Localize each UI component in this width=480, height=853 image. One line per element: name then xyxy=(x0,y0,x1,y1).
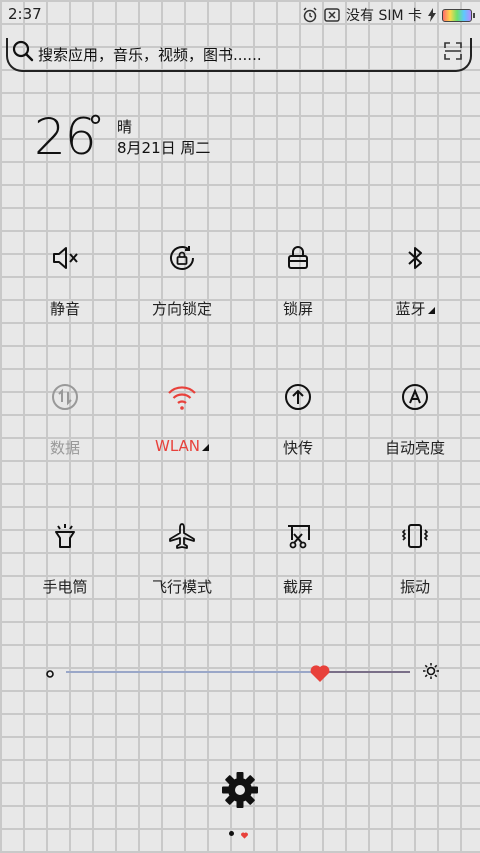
weather-date: 8月21日 周二 xyxy=(117,139,211,157)
search-icon xyxy=(12,40,34,66)
toggle-lock-screen[interactable]: 锁屏 xyxy=(238,240,358,319)
search-bar[interactable]: 搜索应用，音乐，视频，图书...... xyxy=(6,38,472,72)
expand-indicator-icon xyxy=(202,444,209,451)
weather-condition: 晴 xyxy=(117,118,133,136)
degree-symbol: ° xyxy=(88,110,103,145)
toggle-mute[interactable]: 静音 xyxy=(5,240,125,319)
brightness-track-filled xyxy=(66,671,316,673)
airplane-icon xyxy=(122,518,242,554)
expand-indicator-icon xyxy=(427,307,435,314)
vibrate-icon xyxy=(355,518,475,554)
page-dot xyxy=(229,831,234,836)
toggle-label: 振动 xyxy=(399,578,430,596)
page-heart-icon xyxy=(240,824,249,843)
toggle-rotation-lock[interactable]: 方向锁定 xyxy=(122,240,242,319)
brightness-slider[interactable] xyxy=(44,660,440,684)
data-icon xyxy=(5,379,125,415)
screenshot-icon xyxy=(238,518,358,554)
temperature: 26 xyxy=(34,108,97,166)
status-time: 2:37 xyxy=(8,5,42,23)
settings-gear-icon[interactable] xyxy=(220,770,260,814)
bluetooth-icon xyxy=(355,240,475,276)
toggle-label: 快传 xyxy=(282,439,313,457)
share-icon xyxy=(238,379,358,415)
toggle-mobile-data[interactable]: 数据 xyxy=(5,379,125,458)
toggle-label: 手电筒 xyxy=(42,578,88,596)
toggle-label: 截屏 xyxy=(282,578,313,596)
alarm-icon xyxy=(302,7,318,23)
scan-icon[interactable] xyxy=(444,42,462,64)
battery-icon xyxy=(442,8,475,22)
brightness-high-icon xyxy=(422,662,440,684)
toggle-label: 方向锁定 xyxy=(151,300,212,318)
toggle-screenshot[interactable]: 截屏 xyxy=(238,518,358,597)
mute-icon xyxy=(5,240,125,276)
toggle-label: 自动亮度 xyxy=(384,439,445,457)
brightness-low-icon xyxy=(44,665,56,684)
search-placeholder: 搜索应用，音乐，视频，图书...... xyxy=(38,46,262,64)
toggle-label: 静音 xyxy=(49,300,80,318)
brightness-track-empty xyxy=(326,671,410,673)
toggle-label: 蓝牙 xyxy=(355,298,475,319)
lock-icon xyxy=(238,240,358,276)
status-icons: 没有 SIM 卡 xyxy=(302,5,475,25)
toggle-label: WLAN xyxy=(122,437,242,455)
charging-icon xyxy=(428,8,436,22)
toggle-auto-brightness[interactable]: 自动亮度 xyxy=(355,379,475,458)
status-bar: 2:37 没有 SIM 卡 xyxy=(0,0,480,28)
toggle-airplane-mode[interactable]: 飞行模式 xyxy=(122,518,242,597)
no-notification-icon xyxy=(324,8,340,22)
sim-status-text: 没有 SIM 卡 xyxy=(346,8,422,24)
auto-brightness-icon xyxy=(355,379,475,415)
toggle-vibrate[interactable]: 振动 xyxy=(355,518,475,597)
toggle-flashlight[interactable]: 手电筒 xyxy=(5,518,125,597)
flashlight-icon xyxy=(5,518,125,554)
toggle-label: 数据 xyxy=(49,439,80,457)
brightness-thumb-heart-icon[interactable] xyxy=(308,661,332,687)
wifi-icon xyxy=(122,379,242,415)
toggle-label: 飞行模式 xyxy=(151,578,212,596)
toggle-bluetooth[interactable]: 蓝牙 xyxy=(355,240,475,319)
toggle-wlan[interactable]: WLAN xyxy=(122,379,242,455)
toggle-quick-share[interactable]: 快传 xyxy=(238,379,358,458)
rotation-lock-icon xyxy=(122,240,242,276)
toggle-label: 锁屏 xyxy=(282,300,313,318)
page-indicator xyxy=(229,824,249,843)
